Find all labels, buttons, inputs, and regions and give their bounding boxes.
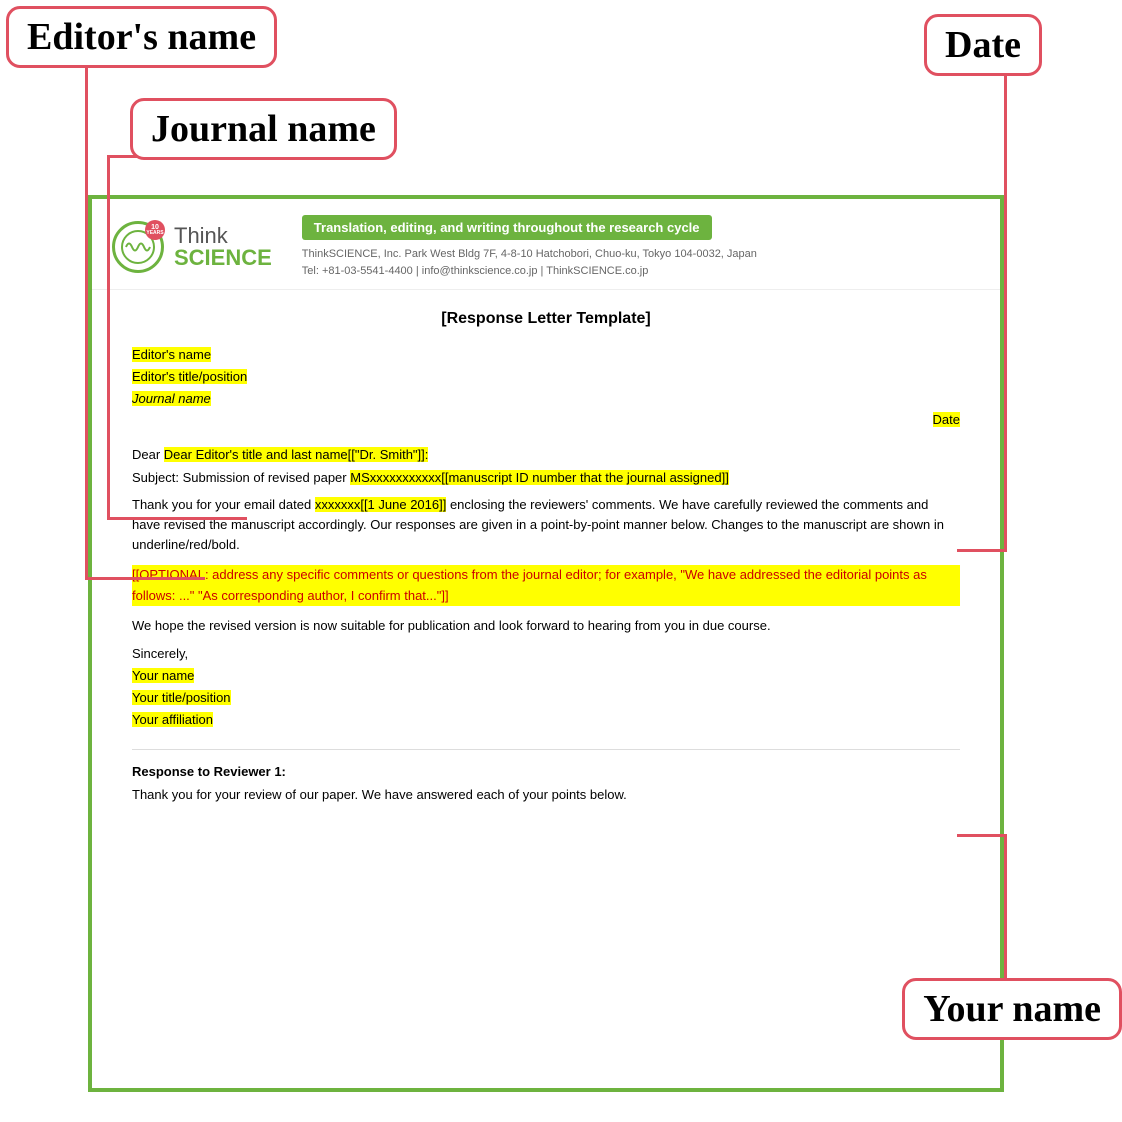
ts-contact: ThinkSCIENCE, Inc. Park West Bldg 7F, 4-… (302, 246, 980, 279)
letter-body: [Response Letter Template] Editor's name… (92, 290, 1000, 825)
journal-name-field: Journal name (132, 390, 960, 412)
your-name-label: Your name (902, 978, 1122, 1040)
your-name-field: Your name (132, 667, 960, 689)
date-label: Date (924, 14, 1042, 76)
reviewer-title: Response to Reviewer 1: (132, 764, 960, 779)
ts-logo-text: Think SCIENCE (174, 225, 272, 269)
dear-highlight: Dear Editor's title and last name[["Dr. … (164, 447, 429, 462)
date-highlight: xxxxxxx[[1 June 2016]] (315, 497, 447, 512)
editors-title-field: Editor's title/position (132, 368, 960, 390)
ts-tagline-area: Translation, editing, and writing throug… (302, 215, 980, 279)
subject-line: Subject: Submission of revised paper MSx… (132, 470, 960, 485)
your-affiliation-field: Your affiliation (132, 711, 960, 733)
reviewer-text: Thank you for your review of our paper. … (132, 785, 960, 805)
your-title-field: Your title/position (132, 689, 960, 711)
years-badge: 10 YEARS (145, 220, 165, 240)
yourname-bracket (1004, 834, 1007, 994)
ts-logo: 10 YEARS Think SCIENCE (112, 215, 272, 279)
editors-bracket (85, 50, 88, 580)
date-bracket (1004, 62, 1007, 552)
body-paragraph-1: Thank you for your email dated xxxxxxx[[… (132, 495, 960, 555)
ts-header: 10 YEARS Think SCIENCE Translation, edit… (92, 199, 1000, 290)
sincerely-text: Sincerely, (132, 646, 960, 661)
ts-tagline: Translation, editing, and writing throug… (302, 215, 712, 240)
date-row: Date (132, 412, 960, 435)
dear-line: Dear Dear Editor's title and last name[[… (132, 447, 960, 462)
journal-bracket (107, 155, 110, 520)
editors-name-label: Editor's name (6, 6, 277, 68)
journal-name-label: Journal name (130, 98, 397, 160)
ts-logo-circle: 10 YEARS (112, 221, 164, 273)
document-container: 10 YEARS Think SCIENCE Translation, edit… (88, 195, 1004, 1092)
letter-title: [Response Letter Template] (132, 310, 960, 328)
manuscript-id: MSxxxxxxxxxxx[[manuscript ID number that… (350, 470, 729, 485)
optional-block: [[OPTIONAL: address any specific comment… (132, 565, 960, 605)
editors-name-field: Editor's name (132, 346, 960, 368)
reviewer-section: Response to Reviewer 1: Thank you for yo… (132, 749, 960, 805)
hope-paragraph: We hope the revised version is now suita… (132, 616, 960, 636)
